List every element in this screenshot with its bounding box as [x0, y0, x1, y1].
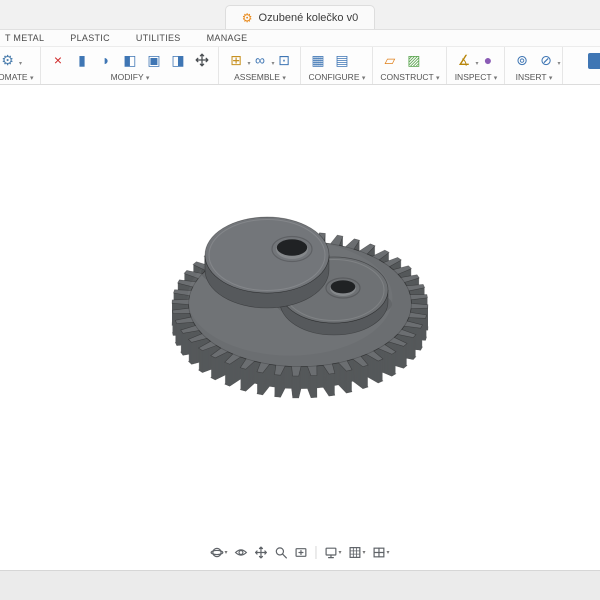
zoom-icon: [275, 547, 287, 559]
toolbar-group-label-omate[interactable]: OMATE ▾: [0, 72, 33, 83]
shell-icon[interactable]: ◧: [120, 50, 139, 70]
configuration-table-icon[interactable]: ▦: [308, 50, 327, 70]
toolbar-group-assemble: ⊞ ▾ ∞ ▾ ⊡ ASSEMBLE ▾: [219, 47, 302, 84]
joint-icon[interactable]: ∞ ▾: [250, 50, 275, 70]
fillet-icon[interactable]: ◗: [96, 50, 115, 70]
toolbar-group-modify: × ▮ ◗ ◧ ▣ ◨ MODIFY ▾: [41, 47, 220, 84]
dropdown-caret-icon: ▾: [362, 550, 366, 556]
ribbon-tab-bar: T METAL PLASTIC UTILITIES MANAGE: [0, 30, 600, 47]
gear-3d-model[interactable]: [80, 200, 520, 530]
insert-mesh-icon[interactable]: ⊘ ▾: [536, 50, 560, 70]
dropdown-caret-icon: ▾: [435, 75, 440, 82]
viewport-canvas[interactable]: ▾ ▾ ▾ ▾: [0, 85, 600, 570]
document-tab[interactable]: ⚙ Ozubené kolečko v0: [224, 5, 376, 29]
insert-derive-icon[interactable]: ⊚: [512, 50, 531, 70]
dropdown-caret-icon: ▾: [338, 550, 342, 556]
section-analysis-icon[interactable]: ●: [478, 50, 497, 70]
dropdown-caret-icon: ▾: [224, 550, 228, 556]
construct-axis-icon[interactable]: ▨: [404, 50, 423, 70]
fit-icon: [295, 548, 307, 557]
toolbar-group-inspect: ∡ ▾ ● INSPECT ▾: [447, 47, 506, 84]
toolbar-group-label-construct[interactable]: CONSTRUCT ▾: [380, 72, 439, 83]
gear-document-icon: ⚙: [241, 10, 253, 25]
document-title: Ozubené kolečko v0: [258, 11, 359, 24]
automate-icon[interactable]: ⚙ ▾: [0, 50, 22, 70]
nav-look-at-button[interactable]: [231, 544, 250, 561]
titlebar: ⚙ Ozubené kolečko v0: [0, 0, 600, 30]
look-at-icon: [234, 549, 248, 556]
orbit-icon: [210, 547, 224, 558]
dropdown-caret-icon: ▾: [145, 75, 150, 82]
configure-features-icon[interactable]: ▤: [332, 50, 351, 70]
nav-grid-and-snaps-button[interactable]: ▾: [346, 544, 369, 561]
as-built-joint-icon[interactable]: ⊡: [274, 50, 293, 70]
toolbar-group-label-inspect[interactable]: INSPECT ▾: [454, 72, 498, 83]
toolbar-group-label-modify[interactable]: MODIFY ▾: [48, 72, 211, 83]
combine-icon[interactable]: ▣: [144, 50, 163, 70]
nav-viewports-button[interactable]: ▾: [370, 544, 393, 561]
press-pull-icon[interactable]: ▮: [72, 50, 91, 70]
navbar-separator: [315, 546, 317, 559]
fusion-app-window: ⚙ Ozubené kolečko v0 T METAL PLASTIC UTILI…: [0, 0, 600, 600]
dropdown-caret-icon: ▾: [361, 75, 366, 82]
move-copy-icon[interactable]: [192, 50, 211, 70]
dropdown-caret-icon: ▾: [29, 75, 34, 82]
nav-pan-button[interactable]: [251, 544, 270, 561]
construct-plane-icon[interactable]: ▱: [380, 50, 399, 70]
ribbon-tab-utilities[interactable]: UTILITIES: [123, 33, 194, 43]
toolbar-ribbon: ⚙ ▾ OMATE ▾ × ▮ ◗ ◧ ▣ ◨ MODIFY ▾ ⊞ ▾ ∞ ▾ ⊡ ASSEMBLE ▾ ▦ ▤…: [0, 47, 600, 85]
dropdown-caret-icon: ▾: [282, 75, 286, 82]
dropdown-caret-icon: ▾: [548, 75, 553, 82]
toolbar-group-label-insert[interactable]: INSERT ▾: [512, 72, 555, 83]
nav-zoom-button[interactable]: [271, 544, 290, 561]
dropdown-caret-icon: ▾: [386, 550, 390, 556]
measure-icon[interactable]: ∡ ▾: [454, 50, 479, 70]
ribbon-tab-t-metal[interactable]: T METAL: [0, 33, 57, 43]
toolbar-group-label-configure[interactable]: CONFIGURE ▾: [308, 72, 365, 83]
dropdown-caret-icon: ▾: [557, 61, 561, 67]
toolbar-group-label-assemble[interactable]: ASSEMBLE ▾: [226, 72, 293, 83]
toolbar-group-insert: ⊚ ⊘ ▾ INSERT ▾: [505, 47, 564, 84]
dropdown-caret-icon: ▾: [493, 75, 498, 82]
display-settings-icon: [325, 547, 337, 559]
nav-display-settings-button[interactable]: ▾: [321, 544, 344, 561]
delete-icon[interactable]: ×: [48, 50, 67, 70]
ribbon-tab-manage[interactable]: MANAGE: [194, 33, 261, 43]
ribbon-tab-plastic[interactable]: PLASTIC: [57, 33, 123, 43]
nav-fit-button[interactable]: [291, 544, 310, 561]
toolbar-group-construct: ▱ ▨ CONSTRUCT ▾: [373, 47, 448, 84]
nav-orbit-button[interactable]: ▾: [207, 544, 230, 561]
cropped-partial-icon[interactable]: [588, 53, 600, 69]
timeline-panel: [0, 570, 600, 600]
offset-face-icon[interactable]: ◨: [168, 50, 187, 70]
viewports-icon: [373, 547, 385, 558]
grid-and-snaps-icon: [349, 547, 361, 558]
toolbar-group-omate: ⚙ ▾ OMATE ▾: [0, 47, 42, 84]
new-component-icon[interactable]: ⊞ ▾: [226, 50, 250, 70]
view-navigation-bar: ▾ ▾ ▾ ▾: [201, 542, 399, 563]
dropdown-caret-icon: ▾: [18, 61, 22, 67]
pan-icon: [254, 546, 267, 559]
toolbar-group-configure: ▦ ▤ CONFIGURE ▾: [301, 47, 374, 84]
